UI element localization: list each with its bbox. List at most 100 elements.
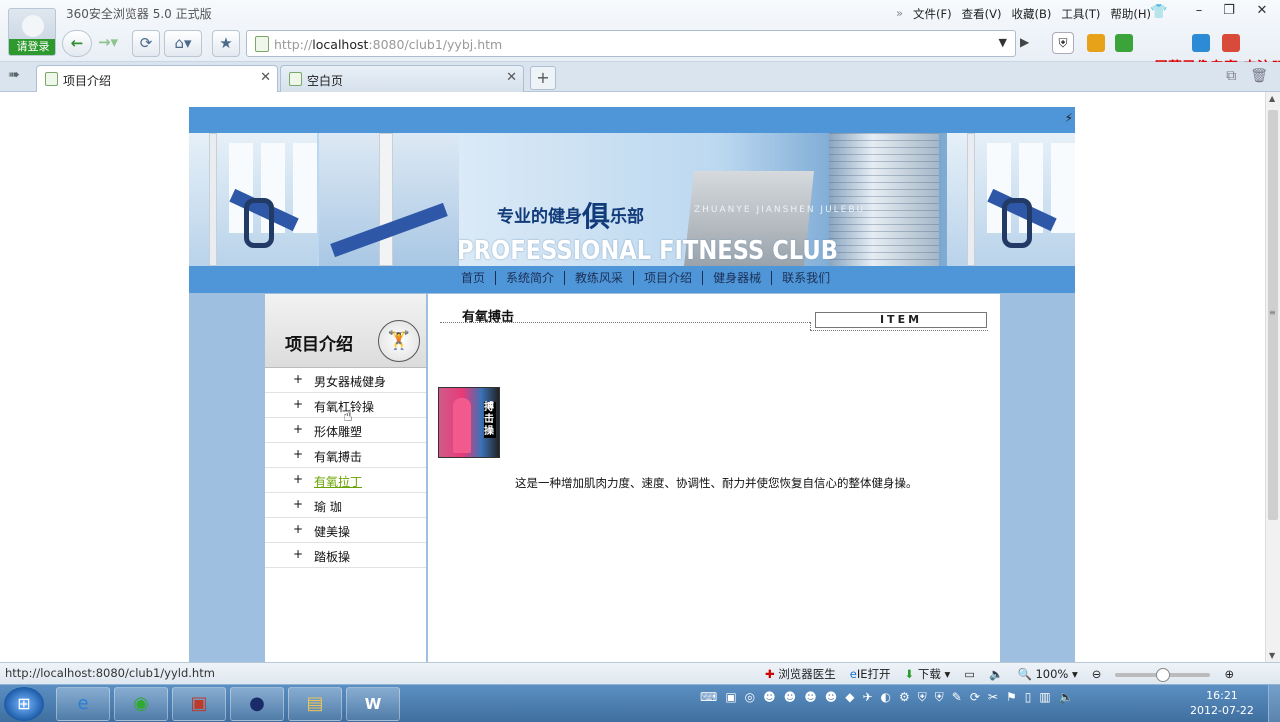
page-icon — [255, 36, 269, 52]
menu-view[interactable]: 查看(V) — [962, 6, 1002, 22]
address-dropdown-icon[interactable]: ▼ — [999, 36, 1007, 49]
tray-app-icon[interactable]: ◎ — [745, 690, 755, 705]
restore-tabs-icon[interactable]: ⧉ — [1226, 68, 1236, 84]
menu-item-label[interactable]: 男女器械健身 — [314, 373, 386, 390]
new-tab-button[interactable]: + — [530, 66, 556, 90]
zoom-in-icon[interactable]: ⊕ — [1224, 667, 1234, 681]
menu-item-label[interactable]: 瑜 珈 — [314, 498, 342, 515]
nav-coaches[interactable]: 教练风采 — [565, 271, 635, 285]
address-bar[interactable]: http://localhost:8080/club1/yybj.htm ▼ — [246, 30, 1016, 57]
sidebar-toggle-icon[interactable]: ➠ — [8, 67, 20, 83]
user-avatar[interactable]: 请登录 — [8, 8, 56, 56]
shield-tray-icon[interactable]: ⛨ — [935, 690, 944, 705]
folder-taskbar-icon[interactable]: ▤ — [288, 687, 342, 721]
tab-blank-page[interactable]: 空白页 ✕ — [280, 65, 524, 92]
tab-project-intro[interactable]: 项目介绍 ✕ — [36, 65, 278, 92]
minimize-button[interactable]: – — [1184, 0, 1214, 22]
trash-icon[interactable]: 🗑 — [1250, 68, 1268, 84]
app-game-icon[interactable] — [1222, 34, 1240, 52]
go-button[interactable]: ▶ — [1020, 35, 1029, 49]
menu-item-hovered[interactable]: + 有氧拉丁 — [265, 468, 426, 493]
word-taskbar-icon[interactable]: W — [346, 687, 400, 721]
menu-tools[interactable]: 工具(T) — [1061, 6, 1100, 22]
qq-icon[interactable]: ☻ — [784, 690, 797, 705]
app-tool-icon[interactable] — [1192, 34, 1210, 52]
menu-item-label[interactable]: 有氧搏击 — [314, 448, 362, 465]
360-browser-taskbar-icon[interactable]: ◉ — [114, 687, 168, 721]
project-menu: + 男女器械健身 + 有氧杠铃操 + 形体雕塑 + 有氧搏击 + 有氧拉丁 + 瑜 珈 + 健… — [265, 368, 426, 568]
volume-tray-icon[interactable]: 🔈 — [1059, 690, 1074, 705]
skin-icon[interactable]: 👕 — [1150, 4, 1167, 20]
device-tray-icon[interactable]: ▯ — [1025, 690, 1032, 705]
menu-help[interactable]: 帮助(H) — [1110, 6, 1151, 22]
zoom-button[interactable]: 🔍 100% ▾ — [1017, 667, 1077, 681]
menu-item[interactable]: + 有氧搏击 — [265, 443, 426, 468]
nav-contact[interactable]: 联系我们 — [772, 271, 840, 285]
tool-tray-icon[interactable]: ✂ — [988, 690, 998, 705]
eclipse-taskbar-icon[interactable]: ● — [230, 687, 284, 721]
bodybuilder-logo-icon: 🏋 — [378, 320, 420, 362]
sync-tray-icon[interactable]: ⟳ — [970, 690, 980, 705]
screen-icon[interactable]: ▭ — [964, 667, 975, 681]
scroll-down-icon[interactable]: ▼ — [1269, 651, 1275, 660]
nav-projects[interactable]: 项目介绍 — [634, 271, 704, 285]
start-button[interactable]: ⊞ — [4, 687, 44, 721]
nav-home[interactable]: 首页 — [451, 271, 497, 285]
close-tab-icon[interactable]: ✕ — [506, 70, 517, 85]
flag-icon[interactable]: ⚑ — [1006, 690, 1017, 705]
menu-item[interactable]: + 男女器械健身 — [265, 368, 426, 393]
login-button[interactable]: 请登录 — [9, 39, 55, 55]
status-bar: http://localhost:8080/club1/yyld.htm ✚ 浏… — [0, 662, 1280, 684]
security-shield-icon[interactable]: ⛨ — [1052, 32, 1074, 54]
nav-intro[interactable]: 系统简介 — [496, 271, 566, 285]
page-viewport: ⚡ 专业的健身俱乐部 ZHUANYE JIANSHEN JULEBU PROFE… — [0, 92, 1265, 662]
browser-doctor-button[interactable]: ✚ 浏览器医生 — [765, 666, 836, 682]
zoom-slider-knob[interactable] — [1155, 668, 1170, 682]
address-text[interactable]: http://localhost:8080/club1/yybj.htm — [274, 37, 502, 52]
system-clock[interactable]: 16:21 2012-07-22 — [1190, 688, 1254, 718]
menu-item-label[interactable]: 踏板操 — [314, 548, 350, 565]
home-button[interactable]: ⌂▾ — [164, 30, 202, 57]
menu-item-label[interactable]: 有氧拉丁 — [314, 473, 362, 490]
scroll-up-icon[interactable]: ▲ — [1269, 94, 1275, 103]
zoom-out-icon[interactable]: ⊖ — [1092, 667, 1102, 681]
vertical-scrollbar[interactable]: ▲ ≡ ▼ — [1265, 92, 1280, 662]
menu-item[interactable]: + 健美操 — [265, 518, 426, 543]
restore-button[interactable]: ❐ — [1214, 0, 1244, 22]
qq-icon[interactable]: ☻ — [763, 690, 776, 705]
keyboard-icon[interactable]: ⌨ — [700, 690, 717, 705]
close-tab-icon[interactable]: ✕ — [260, 70, 271, 85]
menu-item-label[interactable]: 健美操 — [314, 523, 350, 540]
app-cube-icon[interactable] — [1087, 34, 1105, 52]
favorite-star-button[interactable]: ★ — [212, 30, 240, 57]
qq-icon[interactable]: ☻ — [804, 690, 817, 705]
toolbox-taskbar-icon[interactable]: ▣ — [172, 687, 226, 721]
menu-item-label[interactable]: 形体雕塑 — [314, 423, 362, 440]
tray-app-icon[interactable]: ◐ — [881, 690, 891, 705]
network-icon[interactable]: ▥ — [1039, 690, 1050, 705]
figure-shape — [453, 398, 471, 453]
download-button[interactable]: ⬇ 下载 ▾ — [905, 666, 951, 682]
tray-app-icon[interactable]: ⚙ — [899, 690, 910, 705]
ie-taskbar-icon[interactable]: e — [56, 687, 110, 721]
menu-item[interactable]: + 踏板操 — [265, 543, 426, 568]
back-button[interactable]: ← — [62, 30, 92, 57]
refresh-button[interactable]: ⟳ — [132, 30, 160, 57]
tray-app-icon[interactable]: ✈ — [862, 690, 872, 705]
shield-tray-icon[interactable]: ⛨ — [918, 690, 927, 705]
ie-open-button[interactable]: eIE打开 — [850, 666, 891, 682]
menu-item[interactable]: + 瑜 珈 — [265, 493, 426, 518]
tray-app-icon[interactable]: ◆ — [845, 690, 854, 705]
zoom-slider[interactable] — [1115, 668, 1211, 682]
app-note-icon[interactable] — [1115, 34, 1133, 52]
close-window-button[interactable]: ✕ — [1244, 0, 1280, 22]
show-desktop-button[interactable] — [1268, 685, 1280, 722]
edit-tray-icon[interactable]: ✎ — [952, 690, 962, 705]
tray-app-icon[interactable]: ▣ — [725, 690, 736, 705]
menu-favorites[interactable]: 收藏(B) — [1011, 6, 1051, 22]
forward-button[interactable]: →▾ — [94, 30, 122, 57]
qq-icon[interactable]: ☻ — [825, 690, 838, 705]
volume-icon[interactable]: 🔈 — [989, 667, 1003, 681]
menu-file[interactable]: 文件(F) — [913, 6, 952, 22]
nav-equipment[interactable]: 健身器械 — [703, 271, 773, 285]
